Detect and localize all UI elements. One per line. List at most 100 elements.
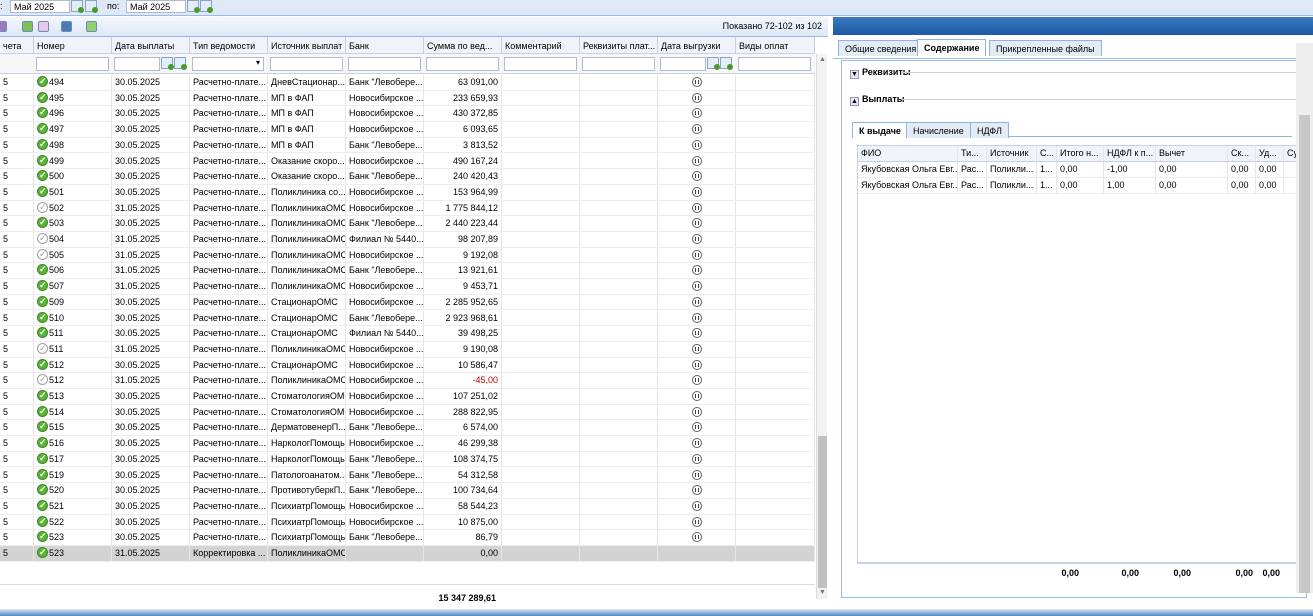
pause-icon[interactable] [691, 422, 702, 433]
approve-icon[interactable] [22, 21, 33, 32]
pause-icon[interactable] [691, 469, 702, 480]
filter-date-input[interactable] [114, 57, 160, 71]
table-row[interactable]: 5 520 30.05.2025Расчетно-плате...Противоту… [0, 483, 815, 499]
grid-scrollbar[interactable]: ▲ ▼ [816, 54, 827, 599]
filter-export-clear-icon[interactable] [720, 57, 733, 70]
filter-details-input[interactable] [582, 57, 655, 71]
pause-icon[interactable] [691, 375, 702, 386]
refresh-icon[interactable] [86, 21, 97, 32]
col-header-s[interactable]: С... [1037, 146, 1057, 161]
pause-icon[interactable] [691, 171, 702, 182]
col-header-total[interactable]: Итого н... [1057, 146, 1104, 161]
pause-icon[interactable] [691, 516, 702, 527]
tab-general[interactable]: Общие сведения [838, 40, 924, 56]
table-row[interactable]: 5 496 30.05.2025Расчетно-плате...МП в ФАПН… [0, 106, 815, 123]
filter-pay-kinds-input[interactable] [738, 57, 811, 71]
pause-icon[interactable] [691, 296, 702, 307]
table-row[interactable]: 5 511 31.05.2025Расчетно-плате...Поликлини… [0, 341, 815, 358]
pause-icon[interactable] [691, 328, 702, 339]
date-from-field[interactable]: Май 2025 [10, 0, 70, 13]
scroll-thumb[interactable] [818, 436, 827, 588]
pause-icon[interactable] [691, 77, 702, 87]
col-header-amount[interactable]: Сумма по вед... [424, 37, 502, 54]
filter-export-calendar-icon[interactable] [707, 57, 720, 70]
table-row[interactable]: 5 499 30.05.2025Расчетно-плате...Оказание … [0, 153, 815, 170]
table-row[interactable]: 5 512 31.05.2025Расчетно-плате...Поликлини… [0, 373, 815, 389]
table-row[interactable]: 5 495 30.05.2025Расчетно-плате...МП в ФАПН… [0, 90, 815, 107]
filter-date-calendar-icon[interactable] [161, 57, 174, 70]
calendar-from-icon[interactable] [71, 0, 84, 13]
table-row[interactable]: 5 519 30.05.2025Расчетно-плате...Патологоа… [0, 467, 815, 484]
table-row[interactable]: 5 501 30.05.2025Расчетно-плате...Поликлини… [0, 184, 815, 201]
print-icon[interactable] [61, 21, 72, 32]
table-row[interactable]: 5 503 30.05.2025Расчетно-плате...Поликлини… [0, 216, 815, 232]
calendar-to-icon[interactable] [187, 0, 200, 13]
tab-ndfl[interactable]: НДФЛ [970, 122, 1009, 138]
table-row[interactable]: 5 515 30.05.2025Расчетно-плате...Дерматове… [0, 420, 815, 437]
pause-icon[interactable] [691, 186, 702, 197]
table-row[interactable]: 5 500 30.05.2025Расчетно-плате...Оказание … [0, 169, 815, 185]
date-to-field[interactable]: Май 2025 [126, 0, 186, 13]
tab-content[interactable]: Содержание [917, 39, 987, 56]
details-scrollbar[interactable] [1296, 43, 1313, 593]
table-row[interactable]: 5 506 31.05.2025Расчетно-плате...Поликлини… [0, 263, 815, 280]
filter-date-clear-icon[interactable] [174, 57, 187, 70]
pause-icon[interactable] [691, 359, 702, 370]
filter-number-input[interactable] [36, 57, 109, 71]
list-item[interactable]: Якубовская Ольга Евг... Рас... Поликли... 1… [858, 178, 1307, 194]
pause-icon[interactable] [691, 438, 702, 449]
list-item[interactable]: Якубовская Ольга Евг... Рас... Поликли... 1… [858, 162, 1307, 178]
col-header-deduction[interactable]: Вычет [1156, 146, 1228, 161]
unapprove-icon[interactable] [38, 21, 49, 32]
pause-icon[interactable] [691, 92, 702, 103]
table-row[interactable]: 5 521 30.05.2025Расчетно-плате...ПсихиатрП… [0, 498, 815, 515]
table-row[interactable]: 5 504 31.05.2025Расчетно-плате...Поликлини… [0, 232, 815, 248]
filter-bank-input[interactable] [348, 57, 421, 71]
pause-icon[interactable] [691, 249, 702, 260]
col-header-source[interactable]: Источник [987, 146, 1037, 161]
table-row[interactable]: 5 523 31.05.2025Корректировка ...Поликлини… [0, 546, 815, 562]
col-header-sk[interactable]: Ск... [1228, 146, 1256, 161]
table-row[interactable]: 5 510 30.05.2025Расчетно-плате...Стационар… [0, 310, 815, 327]
details-scroll-thumb[interactable] [1299, 115, 1310, 593]
table-row[interactable]: 5 517 30.05.2025Расчетно-плате...НаркологП… [0, 451, 815, 468]
filter-export-date-input[interactable] [660, 57, 706, 71]
tab-to-pay[interactable]: К выдаче [852, 122, 908, 138]
col-header-account[interactable]: чета [0, 37, 34, 54]
table-row[interactable]: 5 502 31.05.2025Расчетно-плате...Поликлини… [0, 200, 815, 217]
pause-icon[interactable] [691, 485, 702, 496]
col-header-ndfl[interactable]: НДФЛ к п... [1104, 146, 1156, 161]
pause-icon[interactable] [691, 155, 702, 166]
filter-amount-input[interactable] [426, 57, 499, 71]
filter-type-select[interactable]: ▾ [192, 57, 264, 71]
tab-attachments[interactable]: Прикрепленные файлы [989, 40, 1102, 56]
pause-icon[interactable] [691, 391, 702, 401]
clear-from-icon[interactable] [85, 0, 98, 13]
section-requisites[interactable]: ▼ Реквизиты [850, 67, 910, 79]
table-row[interactable]: 5 511 30.05.2025Расчетно-плате...Стационар… [0, 326, 815, 342]
col-header-sheet-type[interactable]: Тип ведомости [190, 37, 268, 54]
col-header-source[interactable]: Источник выплат [268, 37, 346, 54]
pause-icon[interactable] [691, 124, 702, 135]
filter-comment-input[interactable] [504, 57, 577, 71]
scroll-up-icon[interactable]: ▲ [819, 56, 826, 63]
pause-icon[interactable] [691, 500, 702, 511]
table-row[interactable]: 5 505 31.05.2025Расчетно-плате...Поликлини… [0, 247, 815, 264]
pause-icon[interactable] [691, 406, 702, 417]
table-row[interactable]: 5 516 30.05.2025Расчетно-плате...НаркологП… [0, 436, 815, 452]
table-row[interactable]: 5 497 30.05.2025Расчетно-плате...МП в ФАПН… [0, 122, 815, 138]
table-row[interactable]: 5 507 31.05.2025Расчетно-плате...Поликлини… [0, 279, 815, 295]
table-row[interactable]: 5 512 30.05.2025Расчетно-плате...Стационар… [0, 357, 815, 374]
pause-icon[interactable] [691, 343, 702, 354]
pause-icon[interactable] [691, 108, 702, 119]
col-header-pay-kinds[interactable]: Виды оплат [736, 37, 815, 54]
clear-to-icon[interactable] [200, 0, 213, 13]
col-header-type[interactable]: Ти... [958, 146, 987, 161]
pause-icon[interactable] [691, 202, 702, 213]
pause-icon[interactable] [691, 312, 702, 323]
col-header-number[interactable]: Номер [34, 37, 112, 54]
col-header-fio[interactable]: ФИО [858, 146, 958, 161]
table-row[interactable]: 5 498 30.05.2025Расчетно-плате...МП в ФАПБ… [0, 137, 815, 154]
pause-icon[interactable] [691, 265, 702, 276]
pause-icon[interactable] [691, 234, 702, 244]
